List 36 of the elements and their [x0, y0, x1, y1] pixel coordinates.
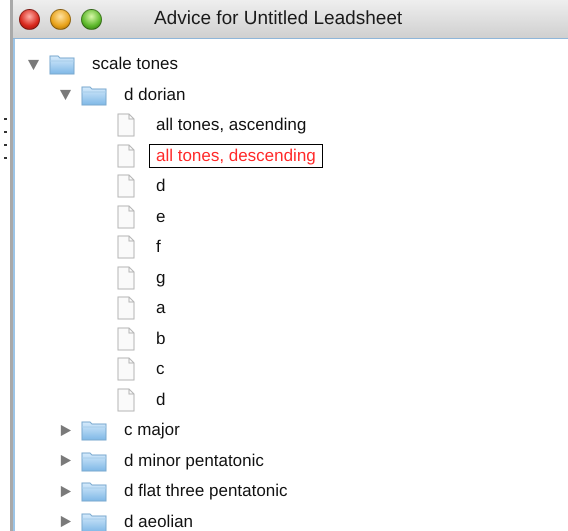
document-icon: [117, 266, 135, 290]
close-button[interactable]: [19, 8, 40, 30]
document-icon: [117, 296, 135, 320]
tree-item[interactable]: d: [149, 174, 172, 198]
document-icon: [117, 204, 135, 229]
tree-item[interactable]: g: [149, 266, 172, 290]
collapse-triangle-icon[interactable]: [59, 88, 72, 102]
tree-item[interactable]: scale tones: [85, 52, 185, 76]
document-icon: [117, 388, 135, 412]
expand-triangle-icon[interactable]: [59, 454, 72, 468]
tree-item[interactable]: all tones, ascending: [149, 113, 314, 138]
window-title: Advice for Untitled Leadsheet: [154, 8, 402, 30]
tree-item[interactable]: c: [149, 357, 172, 382]
tree-item[interactable]: d dorian: [117, 82, 192, 107]
tree-item[interactable]: d minor pentatonic: [117, 448, 271, 473]
tree-item[interactable]: c major: [117, 418, 187, 442]
expand-triangle-icon[interactable]: [59, 424, 72, 437]
tree-item[interactable]: e: [149, 204, 172, 229]
document-icon: [117, 113, 135, 138]
zoom-button[interactable]: [81, 8, 102, 30]
expand-triangle-icon[interactable]: [59, 484, 72, 498]
tree-item[interactable]: b: [149, 326, 172, 351]
tree-item[interactable]: a: [149, 296, 172, 320]
expand-triangle-icon[interactable]: [59, 515, 72, 528]
tree-item[interactable]: d flat three pentatonic: [117, 479, 295, 504]
tree-item[interactable]: d: [149, 388, 172, 412]
tree-item[interactable]: f: [149, 235, 168, 260]
document-icon: [117, 326, 135, 351]
tree-item[interactable]: all tones, descending: [149, 144, 323, 168]
minimize-button[interactable]: [50, 8, 71, 30]
document-icon: [117, 235, 135, 260]
tree-item[interactable]: d aeolian: [117, 510, 200, 531]
document-icon: [117, 174, 135, 198]
document-icon: [117, 357, 135, 382]
collapse-triangle-icon[interactable]: [27, 58, 40, 71]
document-icon: [117, 144, 135, 168]
